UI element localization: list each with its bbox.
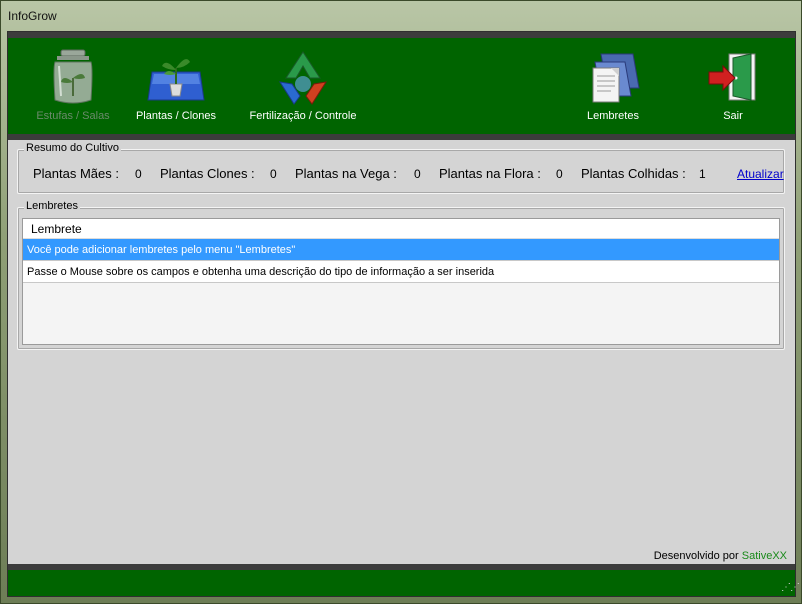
summary-title: Resumo do Cultivo: [24, 142, 121, 154]
label-plantas-clones: Plantas Clones :: [160, 166, 255, 181]
list-item[interactable]: Você pode adicionar lembretes pelo menu …: [23, 239, 779, 261]
toolbar-button-plantas-clones[interactable]: Plantas / Clones: [133, 48, 219, 128]
label-plantas-maes: Plantas Mães :: [33, 166, 119, 181]
documents-icon: [581, 48, 645, 108]
column-header-lembrete[interactable]: Lembrete: [23, 219, 779, 239]
exit-door-icon: [701, 48, 765, 108]
value-plantas-flora: 0: [556, 167, 563, 181]
list-item[interactable]: Passe o Mouse sobre os campos e obtenha …: [23, 261, 779, 283]
toolbar-label: Plantas / Clones: [135, 110, 217, 122]
label-plantas-flora: Plantas na Flora :: [439, 166, 541, 181]
status-bar: ⋰⋰: [8, 564, 800, 596]
toolbar-button-estufas-salas[interactable]: Estufas / Salas: [28, 48, 118, 128]
value-plantas-clones: 0: [270, 167, 277, 181]
label-plantas-colhidas: Plantas Colhidas :: [581, 166, 686, 181]
main-client-area: Estufas / Salas Plantas / Clones Fertili…: [7, 31, 800, 597]
label-plantas-vega: Plantas na Vega :: [295, 166, 397, 181]
recycle-icon: [268, 48, 338, 108]
value-plantas-maes: 0: [135, 167, 142, 181]
reminders-group: Lembretes Lembrete Você pode adicionar l…: [17, 200, 785, 350]
value-plantas-vega: 0: [414, 167, 421, 181]
reminders-title: Lembretes: [24, 200, 80, 212]
toolbar-button-fertilizacao-controle[interactable]: Fertilização / Controle: [248, 48, 358, 128]
toolbar-label: Lembretes: [587, 110, 639, 122]
reminders-list[interactable]: Lembrete Você pode adicionar lembretes p…: [22, 218, 780, 345]
main-toolbar: Estufas / Salas Plantas / Clones Fertili…: [8, 32, 795, 140]
refresh-link[interactable]: Atualizar: [737, 167, 784, 181]
credit-prefix: Desenvolvido por: [653, 550, 739, 562]
value-plantas-colhidas: 1: [699, 167, 706, 181]
developer-credit: Desenvolvido por SativeXX: [654, 550, 787, 562]
credit-brand: SativeXX: [741, 550, 787, 562]
jar-plant-icon: [41, 48, 105, 108]
potted-plant-icon: [144, 48, 208, 108]
app-window: InfoGrow Estufas / Salas Plantas / Clone…: [0, 0, 802, 604]
toolbar-label: Estufas / Salas: [36, 110, 110, 122]
toolbar-label: Sair: [723, 110, 743, 122]
resize-grip-icon[interactable]: ⋰⋰: [781, 582, 800, 594]
toolbar-button-sair[interactable]: Sair: [698, 48, 768, 128]
window-title: InfoGrow: [8, 9, 57, 23]
summary-row: Plantas Mães : 0 Plantas Clones : 0 Plan…: [18, 166, 784, 186]
toolbar-button-lembretes[interactable]: Lembretes: [578, 48, 648, 128]
toolbar-label: Fertilização / Controle: [249, 110, 357, 122]
summary-group: Resumo do Cultivo Plantas Mães : 0 Plant…: [17, 142, 785, 194]
